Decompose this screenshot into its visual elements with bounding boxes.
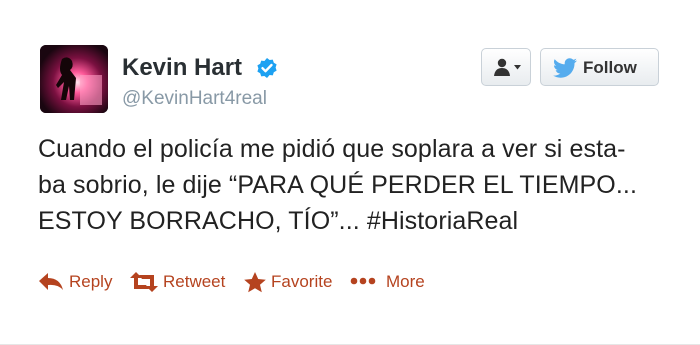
ellipsis-icon: [350, 277, 376, 285]
display-name[interactable]: Kevin Hart: [122, 54, 242, 82]
avatar[interactable]: [40, 45, 108, 113]
follow-label: Follow: [583, 58, 637, 77]
twitter-bird-icon: [553, 58, 577, 78]
more-button[interactable]: More: [350, 268, 430, 296]
retweet-icon: [130, 272, 158, 292]
tweet-card: Kevin Hart @KevinHart4real Follow Cuando…: [0, 0, 700, 345]
retweet-button[interactable]: Retweet: [130, 268, 230, 296]
reply-label: Reply: [69, 272, 113, 291]
user-dropdown-icon: [494, 58, 521, 76]
avatar-image: [40, 45, 108, 113]
retweet-label: Retweet: [163, 272, 226, 291]
favorite-button[interactable]: Favorite: [244, 268, 344, 296]
more-label: More: [386, 272, 425, 291]
favorite-label: Favorite: [271, 272, 333, 291]
reply-arrow-icon: [39, 273, 63, 290]
user-actions-button[interactable]: [481, 48, 531, 86]
verified-badge-icon: [257, 58, 277, 78]
user-handle[interactable]: @KevinHart4real: [122, 88, 267, 110]
tweet-text-line: ESTOY BORRACHO, TÍO”... #HistoriaReal: [38, 207, 519, 235]
star-icon: [244, 272, 266, 293]
reply-button[interactable]: Reply: [38, 268, 118, 296]
follow-button[interactable]: Follow: [540, 48, 659, 86]
tweet-text-line: ba sobrio, le dije “PARA QUÉ PERDER EL T…: [38, 171, 637, 199]
tweet-text-line: Cuando el policía me pidió que soplara a…: [38, 135, 626, 163]
tweet-text: Cuando el policía me pidió que soplara a…: [38, 131, 673, 239]
